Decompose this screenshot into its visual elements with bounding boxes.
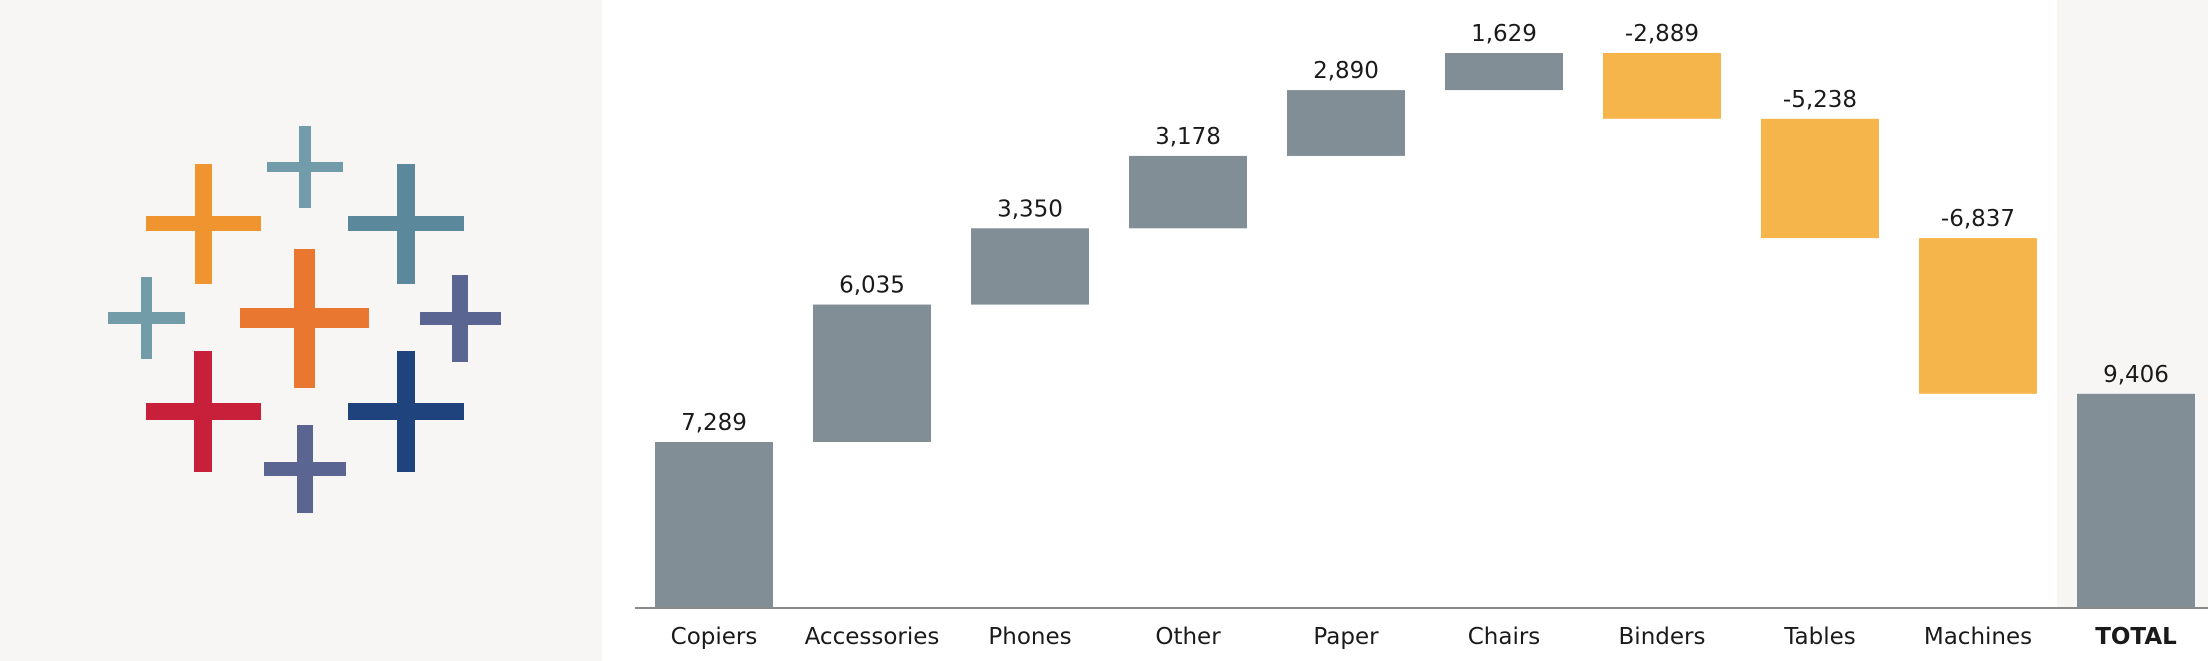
bar-binders[interactable] <box>1603 53 1721 119</box>
category-label-binders: Binders <box>1619 624 1706 650</box>
category-label-chairs: Chairs <box>1468 624 1541 650</box>
category-label-total: TOTAL <box>2095 624 2177 650</box>
category-label-machines: Machines <box>1924 624 2032 650</box>
waterfall-chart: 7,289 6,035 3,350 3,178 2,890 1,629 -2,889 -5,2… <box>602 0 2208 650</box>
bar-tables[interactable] <box>1761 118 1879 239</box>
category-label-copiers: Copiers <box>671 624 758 650</box>
category-label-other: Other <box>1155 624 1221 650</box>
value-label-accessories: 6,035 <box>839 273 905 299</box>
bar-other[interactable] <box>1129 155 1247 229</box>
bar-phones[interactable] <box>971 228 1089 305</box>
value-label-phones: 3,350 <box>997 196 1063 222</box>
category-label-paper: Paper <box>1313 624 1379 650</box>
bar-machines[interactable] <box>1919 238 2037 394</box>
category-label-tables: Tables <box>1783 624 1855 650</box>
value-label-chairs: 1,629 <box>1471 21 1537 47</box>
value-label-paper: 2,890 <box>1313 58 1379 84</box>
category-label-accessories: Accessories <box>805 624 940 650</box>
value-label-tables: -5,238 <box>1783 87 1857 113</box>
bar-accessories[interactable] <box>813 304 931 443</box>
value-label-total: 9,406 <box>2103 362 2169 388</box>
bar-copiers[interactable] <box>655 442 773 608</box>
bar-paper[interactable] <box>1287 90 1405 156</box>
bar-total[interactable] <box>2077 393 2195 608</box>
category-label-phones: Phones <box>988 624 1071 650</box>
value-label-copiers: 7,289 <box>681 410 747 436</box>
value-label-machines: -6,837 <box>1941 206 2015 232</box>
category-labels-group: Copiers Accessories Phones Other Paper Chairs… <box>671 624 2177 650</box>
value-label-other: 3,178 <box>1155 124 1221 150</box>
value-label-binders: -2,889 <box>1625 21 1699 47</box>
bar-chairs[interactable] <box>1445 53 1563 91</box>
